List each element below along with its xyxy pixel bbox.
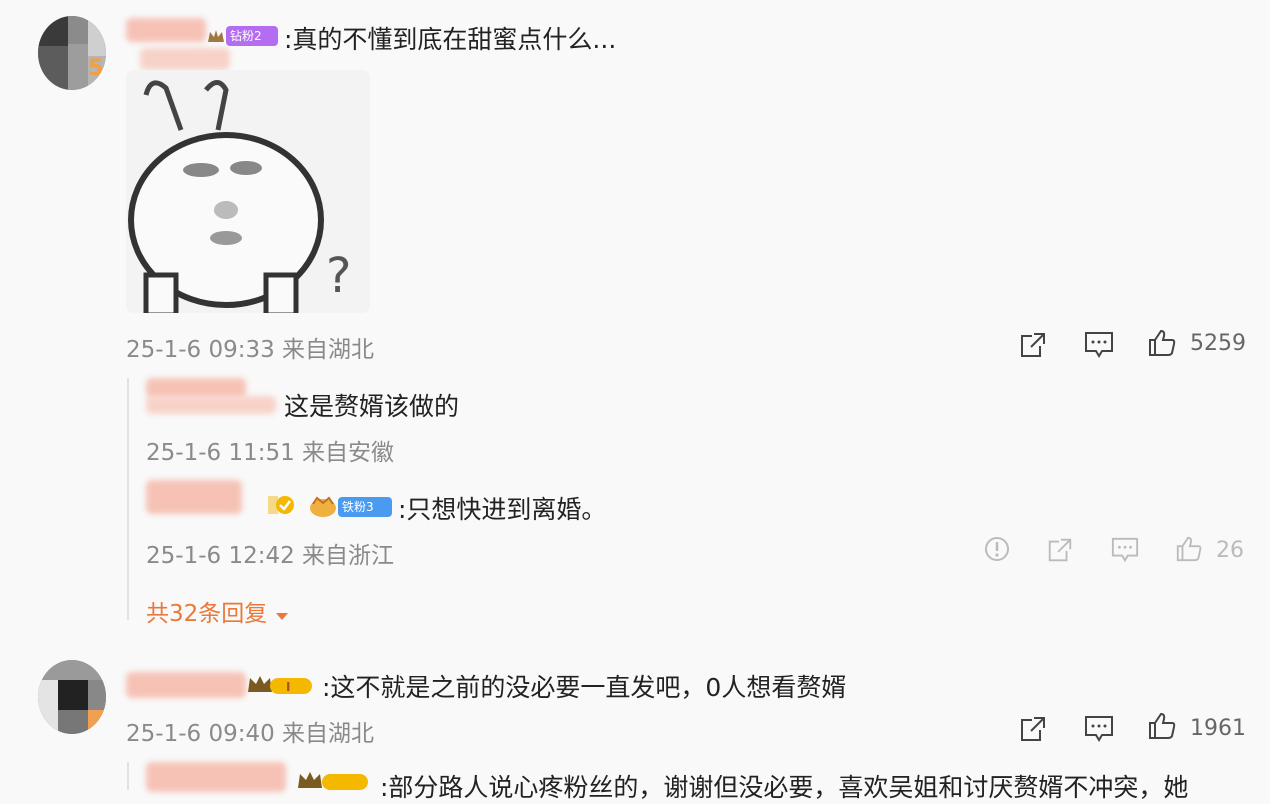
report-icon[interactable] bbox=[984, 536, 1010, 562]
like-icon[interactable] bbox=[1147, 328, 1177, 358]
comment-icon[interactable] bbox=[1083, 330, 1115, 360]
username-blurred[interactable] bbox=[126, 672, 246, 698]
sticker-image[interactable]: ? bbox=[126, 70, 370, 313]
crown-icon bbox=[206, 26, 226, 46]
like-count: 1961 bbox=[1190, 716, 1246, 741]
crown-icon bbox=[308, 494, 338, 518]
share-icon[interactable] bbox=[1018, 330, 1048, 360]
like-count: 26 bbox=[1216, 538, 1244, 563]
share-icon[interactable] bbox=[1018, 714, 1048, 744]
like-count: 5259 bbox=[1190, 331, 1246, 356]
avatar[interactable] bbox=[38, 660, 106, 734]
reply-text: 这是赘婿该做的 bbox=[284, 392, 460, 421]
username-blurred[interactable] bbox=[146, 378, 246, 398]
share-icon[interactable] bbox=[1046, 536, 1074, 564]
thread-line bbox=[127, 762, 129, 790]
fan-badge: 钻粉2 bbox=[226, 26, 278, 46]
crown-icon: I bbox=[246, 672, 314, 696]
comment-text: :真的不懂到底在甜蜜点什么... bbox=[284, 25, 617, 54]
comment-meta: 25-1-6 09:40 来自湖北 bbox=[126, 721, 375, 747]
reply-text: :只想快进到离婚。 bbox=[398, 495, 607, 524]
crown-icon bbox=[296, 768, 372, 792]
username-blurred[interactable] bbox=[146, 480, 242, 514]
username-blurred bbox=[140, 48, 230, 70]
caret-down-icon bbox=[274, 607, 290, 626]
svg-text:?: ? bbox=[326, 248, 351, 304]
like-icon[interactable] bbox=[1175, 535, 1203, 563]
reply-meta: 25-1-6 12:42 来自浙江 bbox=[146, 543, 395, 569]
comment-text: :这不就是之前的没必要一直发吧，0人想看赘婿 bbox=[322, 673, 847, 702]
more-replies-link[interactable]: 共32条回复 bbox=[146, 594, 290, 628]
svg-text:I: I bbox=[286, 680, 290, 694]
verified-icon bbox=[268, 494, 296, 516]
more-replies-label: 共32条回复 bbox=[146, 601, 268, 627]
fan-badge: 铁粉3 bbox=[338, 497, 392, 517]
comment-meta: 25-1-6 09:33 来自湖北 bbox=[126, 337, 375, 363]
reply-text: :部分路人说心疼粉丝的，谢谢但没必要，喜欢吴姐和讨厌赘婿不冲突，她 bbox=[380, 773, 1189, 802]
comment-icon[interactable] bbox=[1083, 714, 1115, 744]
username-blurred[interactable] bbox=[126, 18, 206, 42]
username-blurred bbox=[146, 396, 276, 414]
username-blurred[interactable] bbox=[146, 762, 286, 792]
comment-icon[interactable] bbox=[1110, 536, 1140, 564]
level-badge: 5 bbox=[88, 56, 104, 81]
like-icon[interactable] bbox=[1147, 711, 1177, 741]
reply-meta: 25-1-6 11:51 来自安徽 bbox=[146, 440, 395, 466]
thread-line bbox=[127, 378, 129, 620]
